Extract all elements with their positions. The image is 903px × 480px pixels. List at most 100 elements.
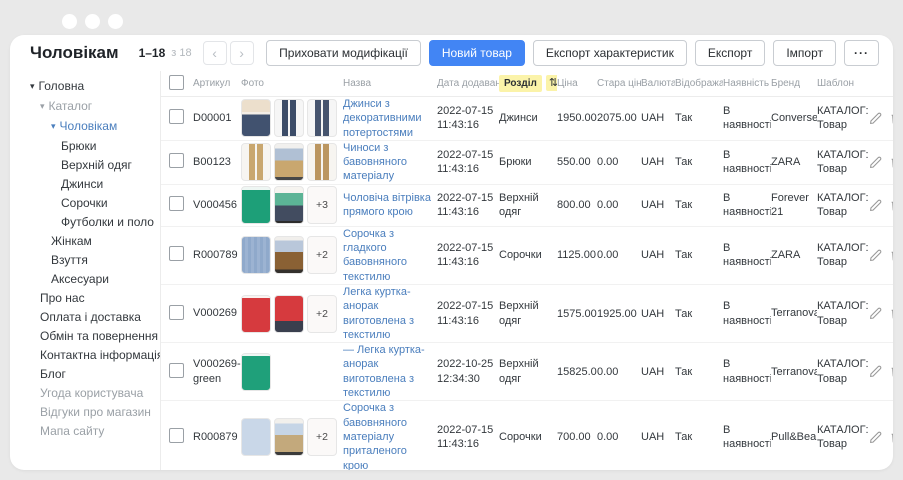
product-photo[interactable] <box>241 236 271 274</box>
product-photo[interactable] <box>241 418 271 456</box>
product-availability: В наявності <box>723 241 771 270</box>
export-button[interactable]: Експорт <box>695 40 765 66</box>
sidebar-item-bloh[interactable]: Блог <box>10 365 160 384</box>
row-checkbox[interactable] <box>169 428 184 443</box>
sidebar-item-kontaktna-informatsiia[interactable]: Контактна інформація <box>10 346 160 365</box>
edit-icon[interactable] <box>869 431 882 444</box>
row-checkbox[interactable] <box>169 109 184 124</box>
product-display: Так <box>675 308 723 320</box>
product-photo[interactable] <box>307 143 337 181</box>
product-photo[interactable] <box>241 186 271 224</box>
more-actions-button[interactable]: ··· <box>844 40 879 66</box>
delete-icon[interactable] <box>890 365 893 378</box>
product-photo[interactable] <box>307 99 337 137</box>
product-display: Так <box>675 199 723 211</box>
sidebar-item-briuky[interactable]: Брюки <box>10 137 160 156</box>
edit-icon[interactable] <box>869 365 882 378</box>
row-checkbox[interactable] <box>169 246 184 261</box>
column-header-sku: Артикул <box>193 78 241 89</box>
edit-icon[interactable] <box>869 156 882 169</box>
product-old-price: 1925.00 <box>597 308 641 320</box>
product-name-link[interactable]: Чиноси з бавовняного матеріалу <box>343 141 432 184</box>
product-name-link[interactable]: Джинси з декоративними потертостями <box>343 97 432 140</box>
delete-icon[interactable] <box>890 199 893 212</box>
sidebar-item-obmin-povernennia[interactable]: Обмін та повернення <box>10 327 160 346</box>
delete-icon[interactable] <box>890 112 893 125</box>
product-photo[interactable] <box>274 99 304 137</box>
edit-icon[interactable] <box>869 199 882 212</box>
more-photos-badge[interactable]: +2 <box>307 418 337 456</box>
product-name-link[interactable]: Сорочка з бавовняного матеріалу притален… <box>343 401 432 470</box>
sidebar-item-uhoda-korystuvacha[interactable]: Угода користувача <box>10 384 160 403</box>
delete-icon[interactable] <box>890 431 893 444</box>
product-availability: В наявності <box>723 104 771 133</box>
more-photos-badge[interactable]: +2 <box>307 236 337 274</box>
delete-icon[interactable] <box>890 156 893 169</box>
product-photo[interactable] <box>241 143 271 181</box>
sidebar-item-pro-nas[interactable]: Про нас <box>10 289 160 308</box>
sidebar-item-sorochky[interactable]: Сорочки <box>10 194 160 213</box>
product-name-link[interactable]: — Легка куртка-анорак виготовлена з текс… <box>343 343 432 400</box>
select-all-checkbox[interactable] <box>169 75 184 90</box>
product-price: 700.00 <box>557 431 597 443</box>
chevron-down-icon[interactable]: ▾ <box>30 80 35 93</box>
sidebar-item-oplata-dostavka[interactable]: Оплата і доставка <box>10 308 160 327</box>
window-maximize-icon[interactable] <box>108 14 123 29</box>
import-button[interactable]: Імпорт <box>773 40 836 66</box>
product-photos: +3 <box>241 186 343 224</box>
sidebar-item-dzhynsy[interactable]: Джинси <box>10 175 160 194</box>
sidebar-item-aksesuary[interactable]: Аксесуари <box>10 270 160 289</box>
hide-modifications-button[interactable]: Приховати модифікації <box>266 40 421 66</box>
product-photo[interactable] <box>274 418 304 456</box>
delete-icon[interactable] <box>890 307 893 320</box>
sidebar-item-holovna[interactable]: ▾Головна <box>10 77 160 97</box>
sidebar-item-verkhnii-odiah[interactable]: Верхній одяг <box>10 156 160 175</box>
product-price: 1575.00 <box>557 308 597 320</box>
section-sort-label[interactable]: Розділ <box>499 75 542 92</box>
sidebar-item-mapa-saitu[interactable]: Мапа сайту <box>10 422 160 441</box>
row-checkbox[interactable] <box>169 196 184 211</box>
product-photo[interactable] <box>241 99 271 137</box>
product-name-link[interactable]: Легка куртка-анорак виготовлена з тексти… <box>343 285 432 342</box>
chevron-down-icon[interactable]: ▾ <box>51 120 56 133</box>
sidebar-item-zhinkam[interactable]: Жінкам <box>10 232 160 251</box>
product-date: 2022-07-15 11:43:16 <box>437 104 499 133</box>
product-sku: R000789 <box>193 248 241 262</box>
edit-icon[interactable] <box>869 307 882 320</box>
edit-icon[interactable] <box>869 249 882 262</box>
product-brand: Pull&Bear <box>771 430 817 444</box>
row-checkbox[interactable] <box>169 153 184 168</box>
export-characteristics-button[interactable]: Експорт характеристик <box>533 40 687 66</box>
sidebar-item-futbolky-polo[interactable]: Футболки и поло <box>10 213 160 232</box>
window-minimize-icon[interactable] <box>85 14 100 29</box>
window-close-icon[interactable] <box>62 14 77 29</box>
sidebar-item-vidhuky-pro-mahazyn[interactable]: Відгуки про магазин <box>10 403 160 422</box>
product-photo[interactable] <box>241 295 271 333</box>
product-name-link[interactable]: Сорочка з гладкого бавовняного текстилю <box>343 227 432 284</box>
column-header-photo: Фото <box>241 78 343 89</box>
product-name-link[interactable]: Чоловіча вітрівка прямого крою <box>343 191 432 220</box>
chevron-down-icon[interactable]: ▾ <box>40 100 45 113</box>
next-page-button[interactable]: › <box>230 41 254 65</box>
product-photo[interactable] <box>274 295 304 333</box>
delete-icon[interactable] <box>890 249 893 262</box>
sidebar-item-kataloh[interactable]: ▾Каталог <box>10 97 160 117</box>
products-table: Артикул Фото Назва Дата додавання Розділ… <box>160 71 893 470</box>
more-photos-badge[interactable]: +2 <box>307 295 337 333</box>
product-photo[interactable] <box>274 186 304 224</box>
new-product-button[interactable]: Новий товар <box>429 40 525 66</box>
edit-icon[interactable] <box>869 112 882 125</box>
sidebar-item-cholovikam[interactable]: ▾Чоловікам <box>10 117 160 137</box>
product-date: 2022-07-15 11:43:16 <box>437 191 499 220</box>
product-photos <box>241 99 343 137</box>
product-photos: +2 <box>241 418 343 456</box>
row-checkbox[interactable] <box>169 305 184 320</box>
prev-page-button[interactable]: ‹ <box>203 41 227 65</box>
product-photo[interactable] <box>274 236 304 274</box>
sidebar-item-vzuttia[interactable]: Взуття <box>10 251 160 270</box>
more-photos-badge[interactable]: +3 <box>307 186 337 224</box>
sort-icon[interactable]: ⇅ <box>546 75 557 91</box>
product-photo[interactable] <box>241 353 271 391</box>
row-checkbox[interactable] <box>169 363 184 378</box>
product-photo[interactable] <box>274 143 304 181</box>
